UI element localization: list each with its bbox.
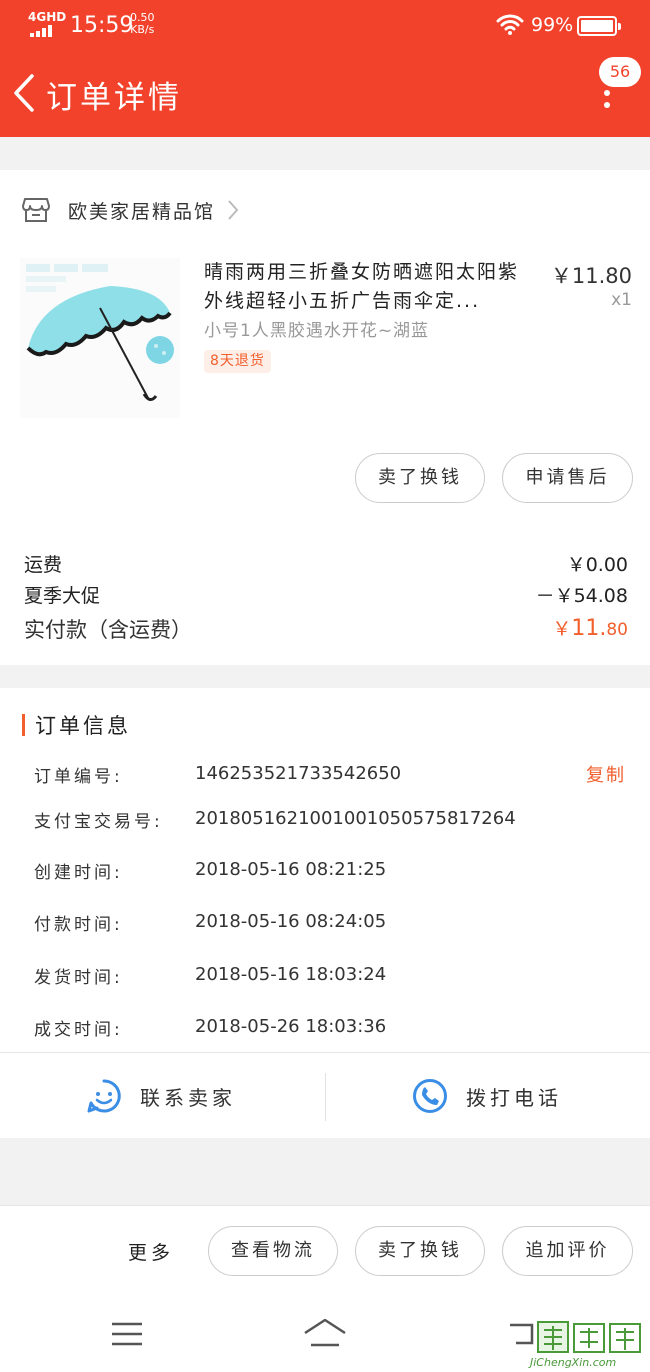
chat-smile-icon: [87, 1079, 121, 1113]
shipping-fee-label: 运费: [24, 554, 63, 576]
clock: 15:59: [70, 13, 134, 38]
watermark-text: JiChengXin.com: [530, 1356, 617, 1369]
battery-icon: [577, 16, 621, 36]
order-number-value: 146253521733542650: [195, 763, 402, 784]
product-price: ￥11.80: [550, 264, 632, 288]
page-title: 订单详情: [46, 80, 182, 116]
signal-icon: [30, 25, 56, 37]
contact-seller-label: 联系卖家: [140, 1085, 236, 1110]
total-paid-label: 实付款（含运费）: [24, 618, 192, 642]
chevron-right-icon: [228, 200, 239, 220]
menu-icon[interactable]: [110, 1321, 144, 1347]
call-phone-label: 拨打电话: [466, 1085, 562, 1110]
total-paid-value: ￥11.80: [552, 614, 628, 644]
order-info-title: 订单信息: [35, 714, 131, 738]
shop-icon: [22, 198, 50, 222]
alipay-trade-value: 2018051621001001050575817264: [195, 808, 516, 829]
more-actions-button[interactable]: 更多: [128, 1238, 174, 1265]
shop-name: 欧美家居精品馆: [68, 200, 216, 223]
promotion-value: －￥54.08: [535, 585, 628, 607]
site-watermark: JiChengXin.com: [530, 1318, 650, 1372]
order-info-header: 订单信息: [22, 710, 131, 740]
add-review-button[interactable]: 追加评价: [502, 1226, 633, 1276]
total-paid-row: 实付款（含运费） ￥11.80: [24, 614, 628, 644]
network-indicator: 4GHD: [28, 10, 67, 24]
shipped-time-value: 2018-05-16 18:03:24: [195, 964, 387, 985]
status-bar: 4GHD 15:59 0.50 KB/s 99%: [0, 0, 650, 52]
shop-link[interactable]: 欧美家居精品馆: [22, 196, 239, 224]
completed-time-value: 2018-05-26 18:03:36: [195, 1016, 387, 1037]
alipay-trade-label: 支付宝交易号:: [34, 812, 163, 832]
back-arrow-icon[interactable]: [10, 73, 40, 113]
promotion-row: 夏季大促 －￥54.08: [24, 581, 628, 608]
product-title[interactable]: 晴雨两用三折叠女防晒遮阳太阳紫外线超轻小五折广告雨伞定...: [204, 258, 539, 316]
promotion-label: 夏季大促: [24, 585, 101, 607]
wifi-icon: [496, 14, 524, 35]
contact-seller-button[interactable]: 联系卖家: [86, 1053, 236, 1139]
watermark-logo: [537, 1321, 641, 1353]
product-quantity: x1: [611, 290, 632, 310]
created-time-label: 创建时间:: [34, 863, 123, 883]
contact-divider: [325, 1073, 326, 1121]
copy-order-number-button[interactable]: 复制: [586, 761, 626, 787]
paid-time-value: 2018-05-16 08:24:05: [195, 911, 387, 932]
call-phone-button[interactable]: 拨打电话: [412, 1053, 562, 1139]
contact-bar: 联系卖家 拨打电话: [0, 1052, 650, 1138]
network-speed-unit: KB/s: [130, 23, 155, 36]
network-speed: 0.50 KB/s: [130, 12, 155, 36]
top-header: 4GHD 15:59 0.50 KB/s 99% 订单详情 56: [0, 0, 650, 137]
section-accent-bar: [22, 714, 25, 736]
battery-percent: 99%: [531, 14, 574, 36]
order-number-label: 订单编号:: [34, 767, 123, 787]
total-integer: 11.: [571, 616, 607, 641]
message-count-badge[interactable]: 56: [599, 57, 641, 87]
order-item-card: 欧美家居精品馆 晴雨两用三折叠女防晒遮阳太阳紫外线超轻小五折广告雨伞定... 小…: [0, 170, 650, 665]
sell-for-cash-button[interactable]: 卖了换钱: [355, 453, 485, 503]
completed-time-label: 成交时间:: [34, 1020, 123, 1040]
sell-for-cash-bottom-button[interactable]: 卖了换钱: [355, 1226, 485, 1276]
bottom-action-bar: 更多 查看物流 卖了换钱 追加评价: [0, 1205, 650, 1297]
shipping-fee-row: 运费 ￥0.00: [24, 550, 628, 577]
product-thumbnail[interactable]: [20, 258, 180, 418]
home-icon[interactable]: [302, 1317, 348, 1349]
shipping-fee-value: ￥0.00: [566, 554, 628, 576]
return-policy-badge: 8天退货: [204, 350, 271, 373]
shipped-time-label: 发货时间:: [34, 968, 123, 988]
paid-time-label: 付款时间:: [34, 915, 123, 935]
total-currency: ￥: [552, 618, 572, 640]
more-options-icon[interactable]: [602, 90, 612, 110]
view-logistics-button[interactable]: 查看物流: [208, 1226, 338, 1276]
product-sku: 小号1人黑胶遇水开花~湖蓝: [204, 321, 430, 341]
phone-icon: [413, 1079, 447, 1113]
after-sale-button[interactable]: 申请售后: [502, 453, 633, 503]
order-info-card: 订单信息 订单编号: 146253521733542650 复制 支付宝交易号:…: [0, 688, 650, 1052]
total-decimal: 80: [606, 620, 628, 640]
created-time-value: 2018-05-16 08:21:25: [195, 859, 387, 880]
